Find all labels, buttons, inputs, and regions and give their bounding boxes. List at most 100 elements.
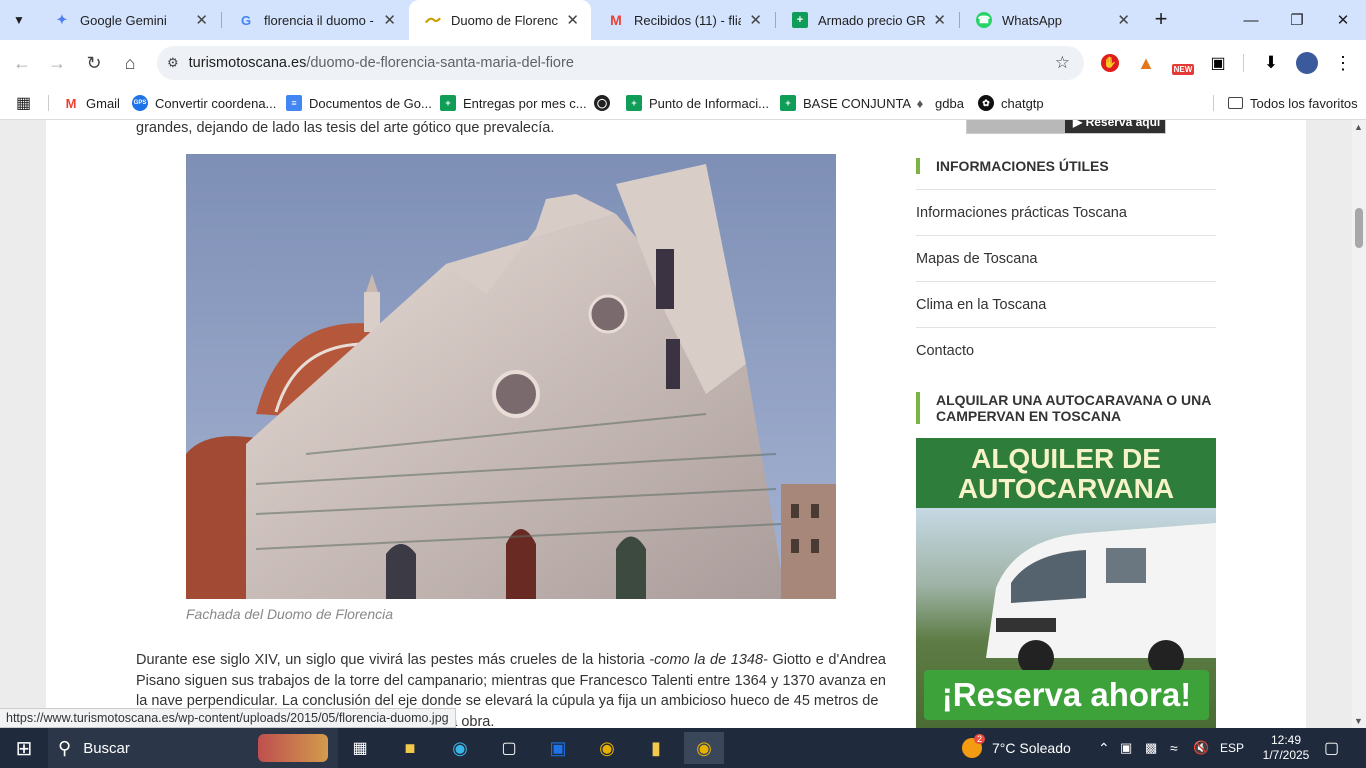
bookmark-label: Convertir coordena... [155,95,277,111]
tray-chevron-icon[interactable]: ⌃ [1098,728,1110,768]
close-tab-icon[interactable]: ✕ [1117,11,1130,29]
reserve-now-label: ¡Reserva ahora! [941,676,1192,713]
link-status-bar: https://www.turismotoscana.es/wp-content… [0,708,456,728]
sidebar-link-label: Mapas de Toscana [916,250,1038,267]
apps-grid-icon[interactable]: ▦ [16,92,31,114]
bookmark-gmail[interactable]: M Gmail [63,92,120,114]
download-icon[interactable]: ⬇ [1259,51,1283,75]
sidebar-link-label: Contacto [916,342,975,359]
weather-widget[interactable]: 2 7°C Soleado [962,728,1071,768]
site-info-icon[interactable]: ⚙ [167,55,179,71]
folder-icon [1228,97,1243,109]
tab-title: florencia il duomo - B [264,12,376,28]
reload-icon[interactable]: ↻ [79,48,109,78]
chrome-active-icon[interactable]: ◉ [684,732,724,764]
tray-display-icon[interactable]: ▣ [1120,728,1132,768]
bookmark-label: Punto de Informaci... [649,95,769,111]
campervan-illustration [986,523,1216,676]
scroll-down-arrow-icon[interactable]: ▼ [1354,716,1363,726]
tab-armado-precio[interactable]: + Armado precio GRUP ✕ [776,0,958,40]
sticky-app-icon[interactable]: ▮ [636,732,676,764]
page-scrollbar[interactable]: ▲ ▼ [1352,120,1366,728]
bookmark-convertir-coordenadas[interactable]: GPS Convertir coordena... [132,92,276,114]
close-tab-icon[interactable]: ✕ [566,11,579,29]
sidebar-link-label: Informaciones prácticas Toscana [916,204,1127,221]
store-icon[interactable]: ▢ [489,732,529,764]
tab-title: Recibidos (11) - fliarm [634,12,742,28]
tray-wifi-icon[interactable]: ≈ [1170,728,1178,768]
sheets-icon: + [440,95,456,111]
scroll-up-arrow-icon[interactable]: ▲ [1354,122,1363,132]
address-bar[interactable]: ⚙ turismotoscana.es/duomo-de-florencia-s… [157,46,1084,80]
menu-dots-icon[interactable]: ⋮ [1331,51,1355,75]
sidebar-heading-informaciones: INFORMACIONES ÚTILES [916,158,1109,174]
gemini-icon: ✦ [56,12,68,27]
sidebar-link-mapas[interactable]: Mapas de Toscana [916,235,1216,281]
bookmarks-bar: ▦ M Gmail GPS Convertir coordena... ≡ Docum… [0,86,1366,120]
close-window-icon[interactable]: ✕ [1320,0,1366,40]
taskbar-search[interactable]: ⚲ Buscar [48,728,338,768]
tab-florencia-search[interactable]: G florencia il duomo - B ✕ [222,0,408,40]
extensions-puzzle-icon[interactable]: ▣ [1206,51,1230,75]
docs-icon: ≡ [286,95,302,111]
page-content: grandes, dejando de lado las tesis del a… [46,120,1306,728]
sidebar-heading-autocaravana: ALQUILAR UNA AUTOCARAVANA O UNA CAMPERVA… [916,392,1216,424]
image-caption: Fachada del Duomo de Florencia [186,606,394,622]
gmail-icon: M [65,95,77,111]
sidebar-link-informaciones[interactable]: Informaciones prácticas Toscana [916,189,1216,235]
reserve-now-button[interactable]: ¡Reserva ahora! [924,670,1209,720]
sheets-icon: + [792,12,808,28]
minimize-icon[interactable]: — [1228,0,1274,40]
top-reserve-banner[interactable]: ▶ Reserva aquí [966,120,1166,134]
bookmark-star-icon[interactable]: ☆ [1055,53,1070,73]
sidebar-link-contacto[interactable]: Contacto [916,327,1216,373]
sidebar-link-clima[interactable]: Clima en la Toscana [916,281,1216,327]
bookmark-documentos[interactable]: ≡ Documentos de Go... [286,92,432,114]
all-bookmarks-folder[interactable]: Todos los favoritos [1228,92,1358,114]
outlook-icon[interactable]: ▣ [538,732,578,764]
bookmark-entregas[interactable]: + Entregas por mes c... [440,92,587,114]
back-icon[interactable]: ← [7,48,37,78]
close-tab-icon[interactable]: ✕ [933,11,946,29]
tray-clock[interactable]: 12:49 1/7/2025 [1258,728,1314,768]
tab-search-chevron-icon[interactable]: ▼ [6,8,32,32]
chrome-icon[interactable]: ◉ [587,732,627,764]
duomo-facade-image[interactable] [186,154,836,599]
clock-time: 12:49 [1270,733,1302,747]
bookmark-label: Gmail [86,95,120,111]
start-windows-icon[interactable]: ⊞ [4,732,44,764]
notifications-icon[interactable]: ▢ [1324,728,1339,768]
tray-volume-muted-icon[interactable]: 🔇 [1193,728,1209,768]
close-tab-icon[interactable]: ✕ [749,11,762,29]
tab-google-gemini[interactable]: ✦ Google Gemini ✕ [38,0,220,40]
scrollbar-thumb[interactable] [1355,208,1363,248]
bookmark-chatgtp[interactable]: ✿ chatgtp [978,92,1044,114]
close-tab-icon[interactable]: ✕ [383,11,396,29]
new-extension-icon[interactable]: NEW [1168,51,1198,75]
task-view-icon[interactable]: ▦ [340,732,380,764]
restore-icon[interactable]: ❐ [1274,0,1320,40]
tray-battery-icon[interactable]: ▩ [1145,728,1157,768]
tab-gmail[interactable]: M Recibidos (11) - fliarm ✕ [592,0,774,40]
adblock-extension-icon[interactable]: ✋ [1098,51,1122,75]
profile-avatar[interactable] [1295,51,1319,75]
bookmark-punto-informacion[interactable]: + Punto de Informaci... [626,92,769,114]
taskbar-search-label: Buscar [83,739,130,757]
metamask-extension-icon[interactable]: ▲ [1134,51,1158,75]
bookmark-label: Entregas por mes c... [463,95,587,111]
edge-icon[interactable]: ◉ [440,732,480,764]
new-tab-icon[interactable]: + [1148,6,1174,32]
file-explorer-icon[interactable]: ■ [390,732,430,764]
forward-icon[interactable]: → [42,48,72,78]
close-tab-icon[interactable]: ✕ [195,11,208,29]
tab-whatsapp[interactable]: ☎ WhatsApp ✕ [960,0,1142,40]
autocaravana-ad-banner[interactable]: ALQUILER DE AUTOCARVANA ¡Reserva ahora! [916,438,1216,728]
bookmark-label: Documentos de Go... [309,95,432,111]
tray-language[interactable]: ESP [1220,728,1244,768]
tab-duomo-de-florencia[interactable]: Duomo de Florencia | ✕ [409,0,591,40]
bookmark-gdba[interactable]: ♦ gdba [912,92,964,114]
bookmark-base-conjunta[interactable]: + BASE CONJUNTA [780,92,911,114]
bookmark-globe[interactable]: ◯ [594,92,617,114]
url-path: /duomo-de-florencia-santa-maria-del-fior… [306,55,574,71]
home-icon[interactable]: ⌂ [115,48,145,78]
